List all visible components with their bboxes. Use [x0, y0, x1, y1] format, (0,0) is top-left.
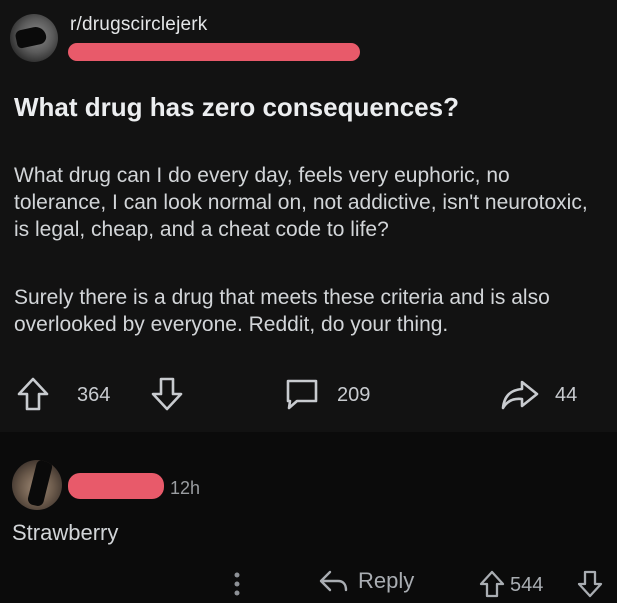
subreddit-avatar[interactable]	[10, 14, 58, 62]
share-icon	[501, 380, 539, 410]
reply-label: Reply	[358, 568, 415, 593]
comment-body: Strawberry	[12, 520, 119, 545]
comments-button[interactable]	[283, 376, 321, 412]
comment-timestamp: 12h	[170, 478, 201, 498]
share-count: 44	[555, 384, 578, 406]
comment-downvote-button[interactable]	[576, 570, 604, 603]
upvote-icon	[17, 377, 49, 411]
downvote-icon	[577, 570, 603, 598]
comment-icon	[286, 379, 318, 410]
commenter-avatar[interactable]	[12, 460, 62, 510]
avatar-redaction-scribble	[14, 25, 48, 49]
upvote-icon	[479, 570, 505, 598]
reply-icon	[319, 570, 348, 592]
downvote-icon	[151, 377, 183, 411]
share-button[interactable]	[500, 378, 540, 412]
reply-button[interactable]: Reply	[318, 568, 414, 594]
commenter-name-redaction	[68, 473, 164, 499]
comment-upvote-button[interactable]	[478, 570, 506, 603]
comment-more-button[interactable]	[232, 572, 242, 601]
upvote-button[interactable]	[16, 376, 50, 412]
post-title: What drug has zero consequences?	[14, 92, 459, 122]
post-body-paragraph: Surely there is a drug that meets these …	[14, 286, 550, 336]
post-body-paragraph: What drug can I do every day, feels very…	[14, 164, 588, 241]
subreddit-name[interactable]: r/drugscirclejerk	[70, 14, 208, 36]
avatar-redaction-scribble	[26, 460, 54, 508]
post-card: r/drugscirclejerk What drug has zero con…	[0, 0, 617, 432]
username-redaction	[68, 43, 360, 61]
upvote-count: 364	[77, 384, 111, 406]
post-action-bar: 364 209 44	[0, 376, 617, 416]
downvote-button[interactable]	[150, 376, 184, 412]
comment-count: 209	[337, 384, 371, 406]
comment-score: 544	[510, 574, 544, 596]
more-icon	[234, 572, 240, 596]
